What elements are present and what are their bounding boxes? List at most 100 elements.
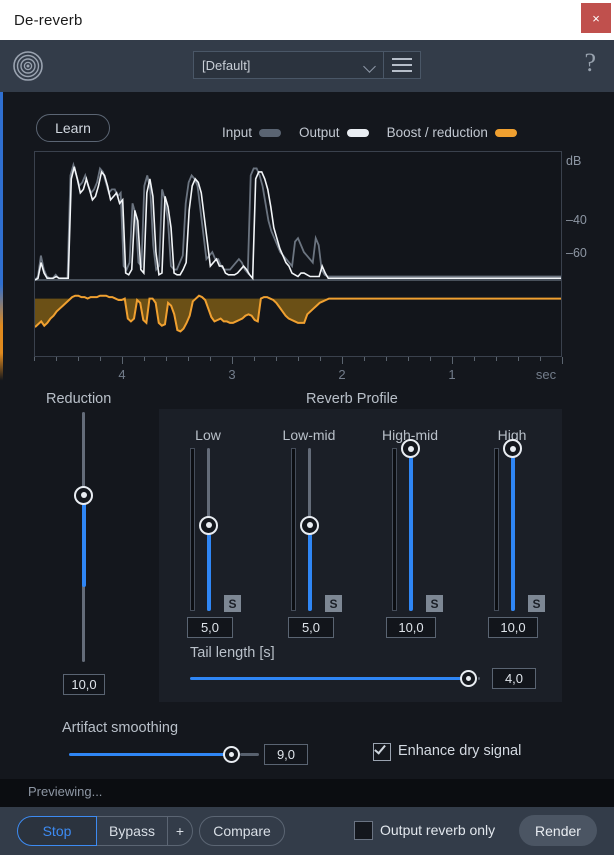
- y-axis-unit-label: dB: [566, 154, 582, 168]
- status-text: Previewing...: [28, 784, 103, 799]
- tail-length-label: Tail length [s]: [190, 645, 275, 661]
- reverb-profile-section-label: Reverb Profile: [306, 391, 398, 407]
- x-axis-tick: [144, 357, 145, 361]
- x-axis-tick: [210, 357, 211, 361]
- band-slider-fill-high: [510, 457, 515, 611]
- legend-swatch-output: [346, 128, 369, 137]
- learn-button[interactable]: Learn: [36, 114, 110, 142]
- x-axis-tick: [78, 357, 79, 361]
- legend-swatch-input: [259, 128, 282, 137]
- x-axis-tick: [232, 357, 233, 364]
- x-axis-tick: [386, 357, 387, 361]
- x-axis-tick: [276, 357, 277, 361]
- output-reverb-only-label: Output reverb only: [380, 822, 496, 838]
- y-axis-tick-60: –60: [566, 246, 587, 260]
- x-axis-tick: [496, 357, 497, 361]
- preset-select[interactable]: [Default]: [193, 51, 383, 79]
- x-axis-tick-label: 4: [118, 367, 126, 382]
- chevron-down-icon: [363, 60, 376, 73]
- x-axis-tick-label: 3: [228, 367, 236, 382]
- render-button[interactable]: Render: [519, 815, 597, 846]
- artifact-smoothing-slider-knob[interactable]: [223, 746, 240, 763]
- tail-length-slider-track: [478, 677, 480, 680]
- close-icon[interactable]: ×: [581, 3, 611, 33]
- legend-item-input: Input: [222, 125, 282, 140]
- enhance-dry-signal-label: Enhance dry signal: [398, 743, 522, 759]
- window-title: De-reverb: [14, 11, 83, 29]
- legend-label-output: Output: [299, 125, 340, 140]
- band-label-low: Low: [195, 427, 221, 443]
- compare-button[interactable]: Compare: [199, 816, 285, 846]
- reduction-slider-fill: [81, 496, 86, 587]
- band-value-field-high[interactable]: 10,0: [488, 617, 538, 638]
- x-axis-tick: [34, 357, 35, 361]
- band-value-field-low[interactable]: 5,0: [187, 617, 233, 638]
- legend-label-input: Input: [222, 125, 253, 140]
- reduction-value-field[interactable]: 10,0: [63, 674, 105, 695]
- solo-button-high[interactable]: S: [528, 595, 545, 612]
- preset-controls: [Default]: [193, 51, 421, 79]
- reduction-section-label: Reduction: [46, 391, 112, 407]
- legend-item-output: Output: [299, 125, 369, 140]
- tail-length-value-field[interactable]: 4,0: [492, 668, 536, 689]
- bypass-button[interactable]: Bypass: [97, 816, 167, 846]
- band-slider-knob-high-mid[interactable]: [401, 439, 420, 458]
- x-axis-tick: [364, 357, 365, 361]
- band-meter-high: [494, 448, 499, 611]
- artifact-smoothing-value-field[interactable]: 9,0: [264, 744, 308, 765]
- add-bypass-button[interactable]: +: [167, 816, 193, 846]
- solo-button-high-mid[interactable]: S: [426, 595, 443, 612]
- window-titlebar: De-reverb ×: [0, 0, 614, 40]
- band-slider-knob-high[interactable]: [503, 439, 522, 458]
- x-axis-tick: [562, 357, 563, 364]
- legend-label-boost-reduction: Boost / reduction: [386, 125, 488, 140]
- x-axis-tick: [298, 357, 299, 361]
- chart-legend: Input Output Boost / reduction: [222, 125, 527, 140]
- concentric-circles-icon[interactable]: [12, 50, 44, 82]
- x-axis-tick: [166, 357, 167, 361]
- x-axis-tick: [408, 357, 409, 361]
- checkmark-icon: [374, 742, 386, 755]
- band-slider-fill-low-mid: [307, 533, 312, 611]
- hamburger-menu-icon[interactable]: [383, 51, 421, 79]
- x-axis-tick: [430, 357, 431, 361]
- x-axis-tick-label: 2: [338, 367, 346, 382]
- band-meter-high-mid: [392, 448, 397, 611]
- y-axis-tick-40: –40: [566, 213, 587, 227]
- artifact-smoothing-label: Artifact smoothing: [62, 720, 179, 736]
- x-axis-tick: [540, 357, 541, 361]
- artifact-smoothing-slider-track: [240, 753, 259, 756]
- band-meter-low-mid: [291, 448, 296, 611]
- x-axis-tick: [452, 357, 453, 364]
- x-axis-tick: [320, 357, 321, 361]
- transport-button-group: Stop Bypass +: [17, 816, 193, 846]
- x-axis-tick: [518, 357, 519, 361]
- band-slider-knob-low-mid[interactable]: [300, 515, 319, 535]
- band-value-field-high-mid[interactable]: 10,0: [386, 617, 436, 638]
- chart-canvas: [35, 161, 561, 333]
- help-icon[interactable]: ?: [584, 50, 596, 76]
- x-axis-tick: [342, 357, 343, 364]
- legend-swatch-boost-reduction: [494, 128, 517, 137]
- output-reverb-only-checkbox[interactable]: [354, 821, 373, 840]
- x-axis: 4 3 2 1 sec: [34, 357, 563, 383]
- x-axis-tick: [100, 357, 101, 361]
- x-axis-tick-label: 1: [448, 367, 456, 382]
- enhance-dry-signal-checkbox[interactable]: [373, 742, 391, 761]
- x-axis-tick-label: sec: [535, 367, 557, 382]
- band-slider-knob-low[interactable]: [199, 515, 218, 535]
- reduction-slider-knob[interactable]: [74, 485, 93, 505]
- x-axis-tick: [474, 357, 475, 361]
- band-meter-low: [190, 448, 195, 611]
- stop-button[interactable]: Stop: [17, 816, 97, 846]
- band-label-low-mid: Low-mid: [282, 427, 336, 443]
- band-slider-fill-low: [206, 533, 211, 611]
- artifact-smoothing-slider-fill: [69, 753, 231, 756]
- band-value-field-low-mid[interactable]: 5,0: [288, 617, 334, 638]
- solo-button-low-mid[interactable]: S: [325, 595, 342, 612]
- reverb-analysis-chart[interactable]: [34, 151, 562, 357]
- x-axis-tick: [254, 357, 255, 361]
- preset-select-value: [Default]: [202, 57, 251, 73]
- left-edge-accent: [0, 92, 3, 779]
- solo-button-low[interactable]: S: [224, 595, 241, 612]
